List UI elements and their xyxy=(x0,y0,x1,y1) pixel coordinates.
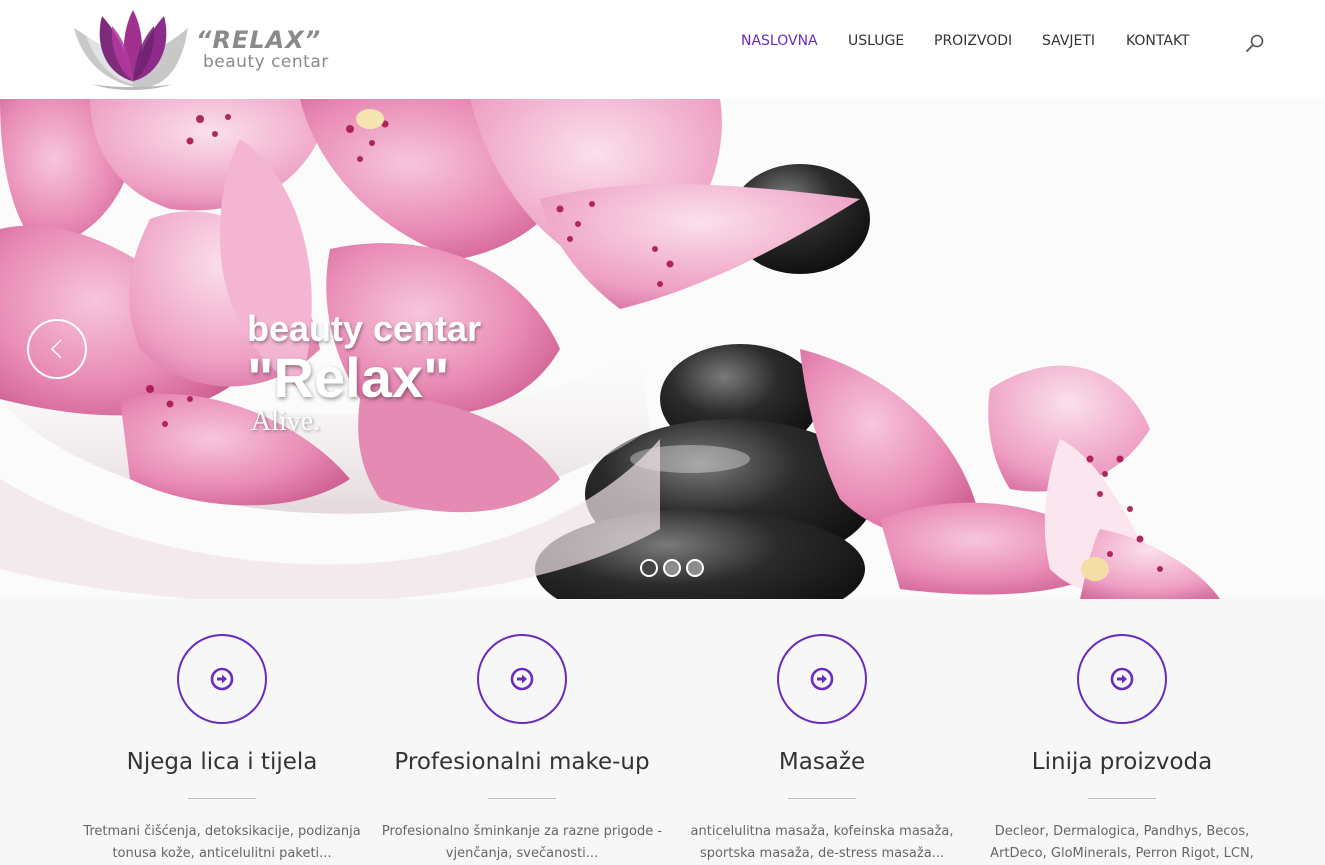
feature-title: Masaže xyxy=(778,749,866,775)
hero-slider: beauty centar "Relax" Alive. xyxy=(0,99,1325,599)
feature-text: Tretmani čišćenja, detoksikacije, podiza… xyxy=(83,824,361,861)
feature-link-button[interactable] xyxy=(777,634,867,724)
feature-link-button[interactable] xyxy=(177,634,267,724)
feature-card: Profesionalni make-up Profesionalno šmin… xyxy=(372,599,672,861)
slider-dot-3[interactable] xyxy=(686,559,704,577)
slider-dot-2[interactable] xyxy=(663,559,681,577)
feature-card: Masaže anticelulitna masaža, kofeinska m… xyxy=(672,599,972,861)
hero-orchid-image xyxy=(0,99,1325,599)
feature-divider xyxy=(188,798,256,799)
nav-item-kontakt[interactable]: KONTAKT xyxy=(1126,33,1190,49)
feature-card: Njega lica i tijela Tretmani čišćenja, d… xyxy=(72,599,372,861)
feature-divider xyxy=(788,798,856,799)
search-icon[interactable] xyxy=(1245,33,1265,53)
feature-link-button[interactable] xyxy=(1077,634,1167,724)
nav-item-proizvodi[interactable]: PROIZVODI xyxy=(934,33,1012,49)
feature-divider xyxy=(1088,798,1156,799)
slider-prev-button[interactable] xyxy=(27,319,87,379)
hero-tagline: Alive. xyxy=(251,406,321,437)
feature-text: Profesionalno šminkanje za razne prigode… xyxy=(381,824,663,861)
feature-text: Decleor, Dermalogica, Pandhys, Becos, Ar… xyxy=(990,824,1254,861)
feature-link-button[interactable] xyxy=(477,634,567,724)
logo[interactable]: “RELAX” beauty centar xyxy=(72,6,332,92)
nav-item-usluge[interactable]: USLUGE xyxy=(848,33,904,49)
lotus-logo-icon xyxy=(74,10,188,90)
hero-title: beauty centar xyxy=(247,308,482,349)
brand-subtitle: beauty centar xyxy=(203,52,329,72)
hero-name: "Relax" xyxy=(247,346,450,409)
feature-title: Linija proizvoda xyxy=(1031,749,1213,775)
feature-title: Profesionalni make-up xyxy=(394,749,650,775)
feature-divider xyxy=(488,798,556,799)
features-section: Njega lica i tijela Tretmani čišćenja, d… xyxy=(0,599,1325,861)
site-header: “RELAX” beauty centar NASLOVNA USLUGE PR… xyxy=(0,0,1325,99)
chevron-left-icon xyxy=(50,339,62,359)
slider-dot-1[interactable] xyxy=(640,559,658,577)
brand-title: “RELAX” xyxy=(196,26,322,54)
arrow-right-circle-icon xyxy=(210,667,234,691)
feature-title: Njega lica i tijela xyxy=(126,749,318,775)
nav-item-naslovna[interactable]: NASLOVNA xyxy=(741,33,818,49)
arrow-right-circle-icon xyxy=(1110,667,1134,691)
feature-card: Linija proizvoda Decleor, Dermalogica, P… xyxy=(972,599,1272,861)
arrow-right-circle-icon xyxy=(810,667,834,691)
hero-caption: beauty centar "Relax" Alive. xyxy=(247,309,481,437)
feature-text: anticelulitna masaža, kofeinska masaža, … xyxy=(690,824,954,861)
arrow-right-circle-icon xyxy=(510,667,534,691)
nav-item-savjeti[interactable]: SAVJETI xyxy=(1042,33,1095,49)
